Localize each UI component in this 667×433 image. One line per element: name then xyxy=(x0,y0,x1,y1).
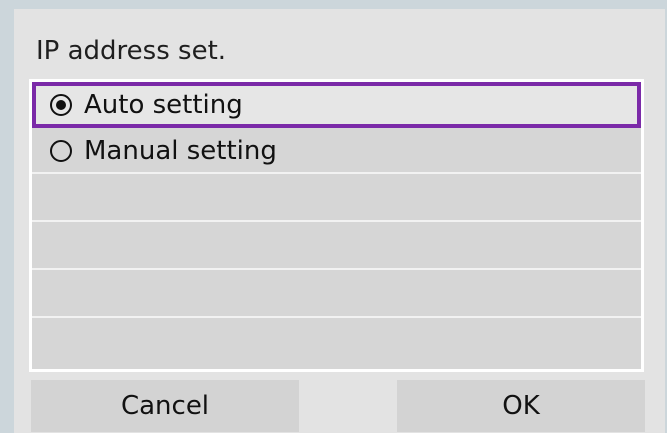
empty-row xyxy=(32,224,641,270)
radio-dot xyxy=(56,100,66,110)
dialog-title: IP address set. xyxy=(36,36,227,66)
cancel-button[interactable]: Cancel xyxy=(31,380,299,432)
empty-row xyxy=(32,320,641,366)
camera-screen: IP address set. Auto setting Manual sett… xyxy=(14,9,665,433)
empty-row xyxy=(32,176,641,222)
ip-setting-option-list: Auto setting Manual setting xyxy=(29,79,644,372)
option-manual-setting[interactable]: Manual setting xyxy=(32,128,641,174)
ok-button[interactable]: OK xyxy=(397,380,645,432)
option-label: Manual setting xyxy=(84,136,277,166)
empty-row xyxy=(32,272,641,318)
radio-selected-icon xyxy=(50,94,72,116)
option-auto-setting[interactable]: Auto setting xyxy=(32,82,641,128)
option-label: Auto setting xyxy=(84,90,243,120)
radio-unselected-icon xyxy=(50,140,72,162)
